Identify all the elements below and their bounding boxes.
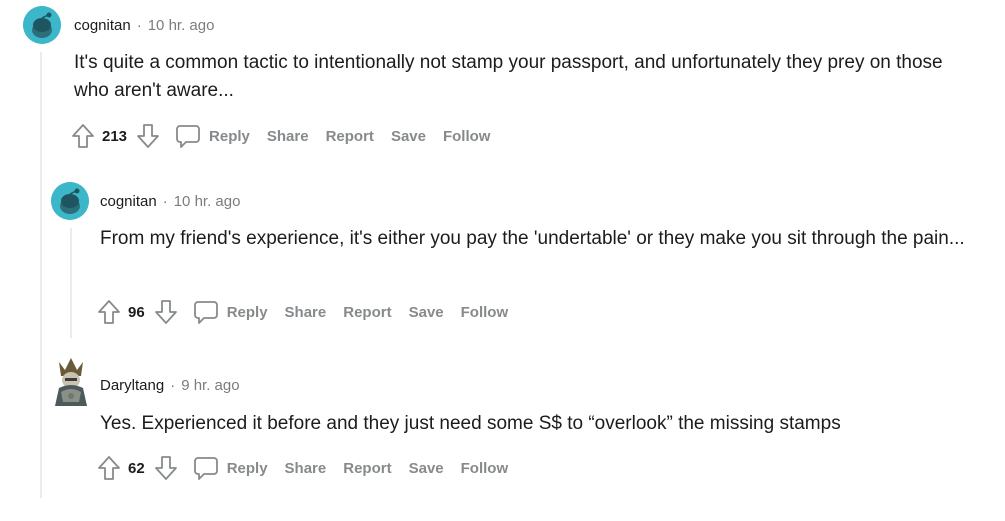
thread-line-level-2[interactable]: [70, 228, 72, 338]
comment-bubble-icon[interactable]: [175, 123, 201, 149]
share-button[interactable]: Share: [285, 460, 327, 477]
meta-separator: ·: [162, 193, 168, 210]
save-button[interactable]: Save: [391, 128, 426, 145]
follow-button[interactable]: Follow: [461, 460, 509, 477]
author-link[interactable]: cognitan: [100, 193, 157, 210]
comment-actions: 213 Reply Share Report Save Follow: [70, 121, 507, 151]
snoo-avatar-icon: [51, 182, 89, 220]
meta-separator: ·: [170, 377, 176, 394]
avatar[interactable]: [51, 182, 89, 220]
follow-button[interactable]: Follow: [443, 128, 491, 145]
upvote-icon[interactable]: [70, 122, 96, 150]
share-button[interactable]: Share: [267, 128, 309, 145]
report-button[interactable]: Report: [343, 460, 391, 477]
comment-thread: cognitan · 10 hr. ago It's quite a common …: [0, 0, 1005, 521]
comment-meta: cognitan · 10 hr. ago: [100, 192, 240, 212]
comment-actions: 96 Reply Share Report Save Follow: [96, 297, 525, 327]
save-button[interactable]: Save: [409, 304, 444, 321]
downvote-icon[interactable]: [135, 122, 161, 150]
follow-button[interactable]: Follow: [461, 304, 509, 321]
character-avatar-icon: [55, 358, 87, 406]
timestamp[interactable]: 10 hr. ago: [174, 193, 241, 210]
author-link[interactable]: cognitan: [74, 17, 131, 34]
author-link[interactable]: Daryltang: [100, 377, 164, 394]
upvote-icon[interactable]: [96, 298, 122, 326]
thread-line-level-1[interactable]: [40, 52, 42, 498]
save-button[interactable]: Save: [409, 460, 444, 477]
timestamp[interactable]: 9 hr. ago: [181, 377, 239, 394]
report-button[interactable]: Report: [326, 128, 374, 145]
vote-score: 96: [128, 303, 145, 321]
avatar[interactable]: [23, 6, 61, 44]
share-button[interactable]: Share: [285, 304, 327, 321]
comment-meta: Daryltang · 9 hr. ago: [100, 376, 240, 396]
vote-score: 62: [128, 459, 145, 477]
report-button[interactable]: Report: [343, 304, 391, 321]
avatar[interactable]: [51, 356, 91, 408]
comment-body: It's quite a common tactic to intentiona…: [74, 52, 943, 101]
comment-meta: cognitan · 10 hr. ago: [74, 16, 214, 36]
timestamp[interactable]: 10 hr. ago: [148, 17, 215, 34]
comment-bubble-icon[interactable]: [193, 455, 219, 481]
comment-body: From my friend's experience, it's either…: [100, 228, 965, 249]
reply-button[interactable]: Reply: [209, 128, 250, 145]
comment-body: Yes. Experienced it before and they just…: [100, 413, 841, 434]
upvote-icon[interactable]: [96, 454, 122, 482]
vote-score: 213: [102, 127, 128, 145]
downvote-icon[interactable]: [153, 298, 179, 326]
reply-button[interactable]: Reply: [227, 460, 268, 477]
reply-button[interactable]: Reply: [227, 304, 268, 321]
comment-bubble-icon[interactable]: [193, 299, 219, 325]
comment-actions: 62 Reply Share Report Save Follow: [96, 453, 525, 483]
snoo-avatar-icon: [23, 6, 61, 44]
downvote-icon[interactable]: [153, 454, 179, 482]
meta-separator: ·: [136, 17, 142, 34]
